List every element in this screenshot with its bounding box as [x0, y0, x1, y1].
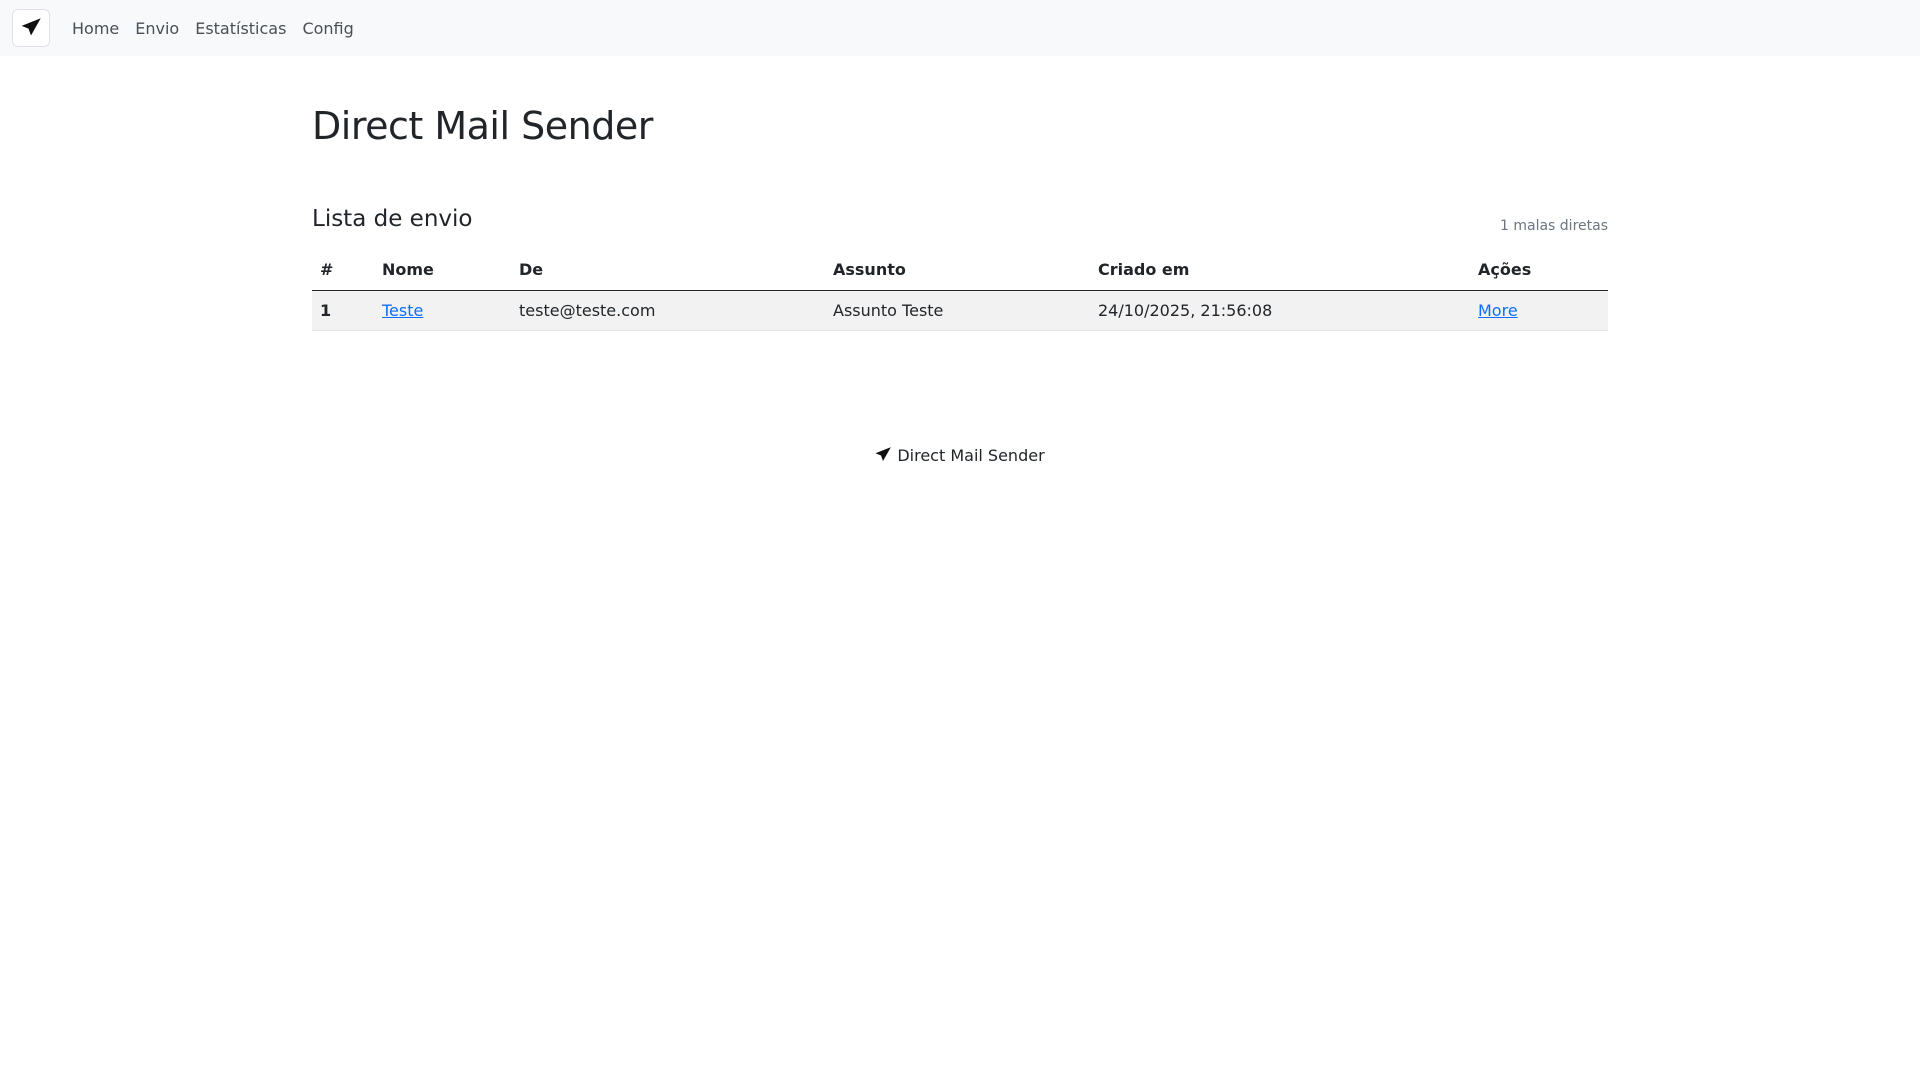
- row-actions-cell: More: [1470, 290, 1608, 331]
- nav-link-estatisticas[interactable]: Estatísticas: [195, 19, 286, 38]
- send-icon: [875, 447, 892, 461]
- row-from: teste@teste.com: [511, 290, 825, 331]
- row-created: 24/10/2025, 21:56:08: [1090, 290, 1470, 331]
- nav-link-envio[interactable]: Envio: [135, 19, 179, 38]
- column-header-nome: Nome: [374, 250, 511, 291]
- nav-link-config[interactable]: Config: [302, 19, 353, 38]
- table-row: 1 Teste teste@teste.com Assunto Teste 24…: [312, 290, 1608, 331]
- footer-text: Direct Mail Sender: [897, 446, 1045, 465]
- row-index: 1: [312, 290, 374, 331]
- navbar: Home Envio Estatísticas Config: [0, 0, 1920, 56]
- column-header-index: #: [312, 250, 374, 291]
- list-header: Lista de envio 1 malas diretas: [312, 206, 1608, 246]
- list-count: 1 malas diretas: [1500, 218, 1608, 234]
- footer: Direct Mail Sender: [312, 446, 1608, 465]
- nav-link-home[interactable]: Home: [72, 19, 119, 38]
- row-name-link[interactable]: Teste: [382, 301, 423, 320]
- column-header-assunto: Assunto: [825, 250, 1090, 291]
- table-header-row: # Nome De Assunto Criado em Ações: [312, 250, 1608, 291]
- row-subject: Assunto Teste: [825, 290, 1090, 331]
- row-name-cell: Teste: [374, 290, 511, 331]
- column-header-criado-em: Criado em: [1090, 250, 1470, 291]
- column-header-acoes: Ações: [1470, 250, 1608, 291]
- row-more-link[interactable]: More: [1478, 301, 1518, 320]
- page-title: Direct Mail Sender: [312, 104, 653, 148]
- brand-button[interactable]: [12, 9, 50, 47]
- list-title: Lista de envio: [312, 206, 473, 232]
- column-header-de: De: [511, 250, 825, 291]
- send-icon: [21, 18, 41, 36]
- mail-list-table: # Nome De Assunto Criado em Ações 1 Test…: [312, 250, 1608, 331]
